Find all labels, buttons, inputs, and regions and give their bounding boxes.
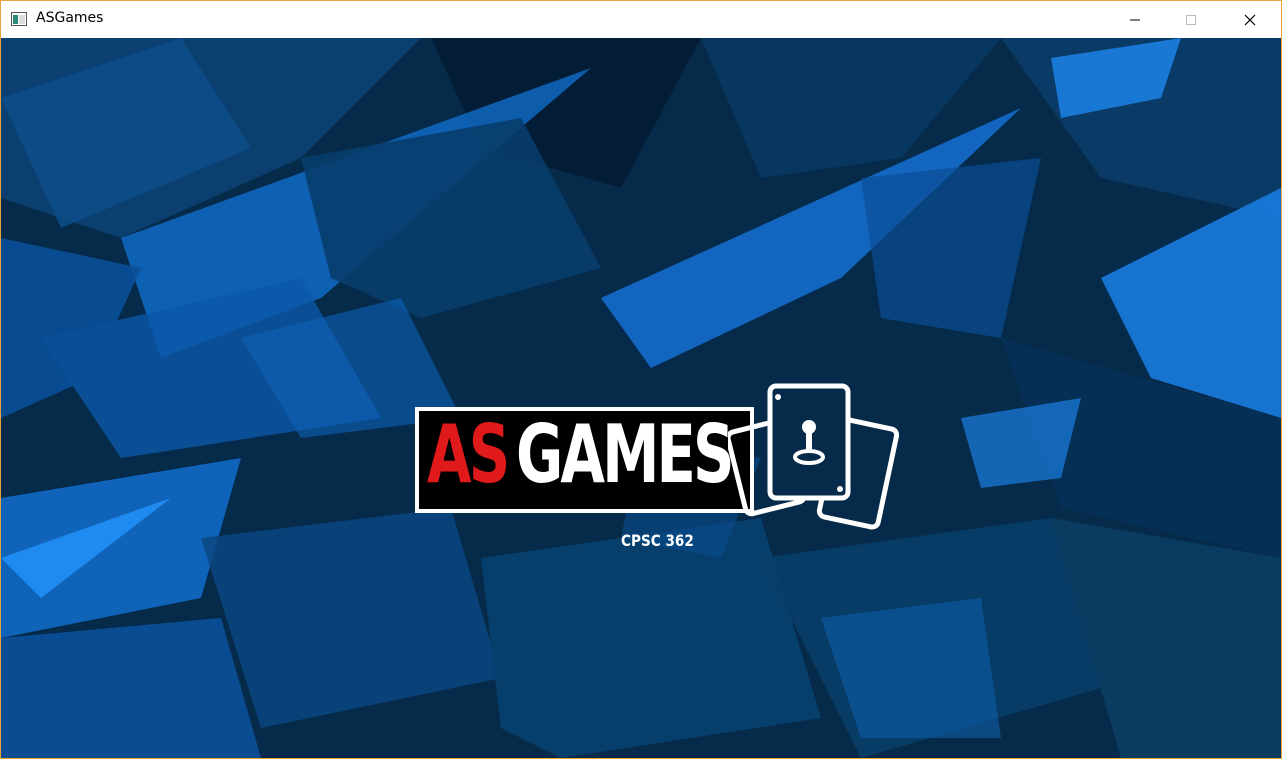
- logo-games-text: GAMES: [516, 408, 734, 501]
- playing-cards-joystick-icon: [728, 383, 900, 530]
- app-icon: [11, 12, 27, 26]
- logo-as-text: AS: [427, 408, 510, 501]
- minimize-icon: [1130, 19, 1140, 20]
- maximize-button[interactable]: [1168, 1, 1214, 38]
- maximize-icon: [1186, 14, 1196, 25]
- splash-screen: AS GAMES CPSC 362: [1, 38, 1281, 758]
- asgames-logo: AS GAMES CPSC 362: [413, 383, 900, 553]
- course-subtitle: CPSC 362: [621, 531, 694, 550]
- app-window: ASGames AS GAMES CPSC 362: [0, 0, 1282, 759]
- close-button[interactable]: [1227, 1, 1273, 38]
- title-bar[interactable]: ASGames: [1, 1, 1281, 38]
- close-icon: [1244, 14, 1256, 25]
- window-title: ASGames: [36, 10, 104, 26]
- minimize-button[interactable]: [1112, 1, 1158, 38]
